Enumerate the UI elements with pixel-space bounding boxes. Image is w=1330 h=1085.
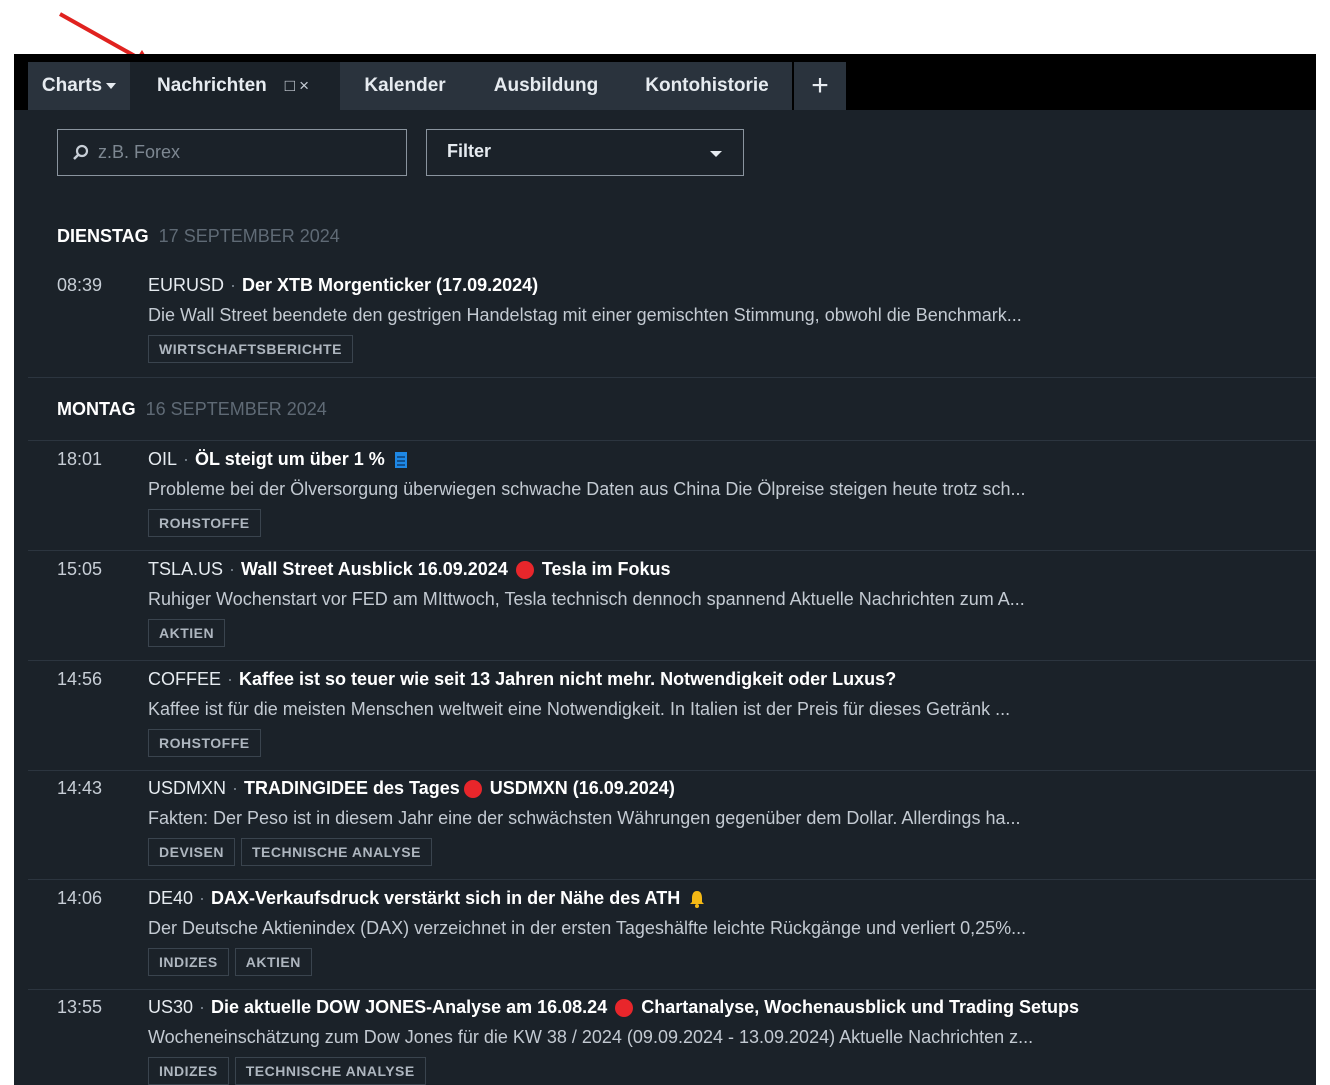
news-title[interactable]: Kaffee ist so teuer wie seit 13 Jahren n…: [239, 669, 896, 690]
red-circle-icon: [515, 560, 534, 579]
chevron-down-icon: [710, 151, 722, 157]
divider: [28, 550, 1316, 551]
bell-icon: [690, 890, 705, 908]
news-description: Ruhiger Wochenstart vor FED am MIttwoch,…: [148, 589, 1025, 609]
divider: [28, 879, 1316, 880]
document-icon: [394, 451, 407, 468]
tab-window-controls[interactable]: □×: [285, 76, 313, 96]
news-title-secondary[interactable]: USDMXN (16.09.2024): [490, 778, 675, 799]
news-time: 14:56: [57, 669, 103, 689]
news-tag[interactable]: ROHSTOFFE: [148, 509, 261, 537]
tab-bar: Charts Nachrichten □× Kalender Ausbildun…: [14, 54, 1316, 110]
chevron-down-icon: [106, 83, 117, 89]
news-title[interactable]: Der XTB Morgenticker (17.09.2024): [242, 275, 538, 296]
search-input[interactable]: z.B. Forex: [57, 129, 407, 176]
tab-nachrichten[interactable]: Nachrichten □×: [130, 62, 340, 110]
filter-dropdown[interactable]: Filter: [426, 129, 744, 176]
news-time: 18:01: [57, 449, 103, 469]
divider: [28, 989, 1316, 990]
news-description: Der Deutsche Aktienindex (DAX) verzeichn…: [148, 918, 1027, 938]
news-symbol[interactable]: USDMXN: [148, 778, 226, 799]
tab-kontohistorie-label: Kontohistorie: [645, 75, 769, 96]
day-header: MONTAG 16 SEPTEMBER 2024: [57, 399, 327, 420]
news-time: 13:55: [57, 997, 103, 1017]
news-tag[interactable]: AKTIEN: [234, 948, 312, 976]
day-weekday: MONTAG: [57, 399, 136, 419]
news-time: 14:43: [57, 778, 103, 798]
news-symbol[interactable]: US30: [148, 997, 193, 1018]
news-tag[interactable]: TECHNISCHE ANALYSE: [234, 1057, 426, 1085]
news-symbol[interactable]: DE40: [148, 888, 193, 909]
news-tag[interactable]: ROHSTOFFE: [148, 729, 261, 757]
news-description: Kaffee ist für die meisten Menschen welt…: [148, 699, 1011, 719]
red-circle-icon: [615, 998, 634, 1017]
tab-ausbildung-label: Ausbildung: [493, 75, 599, 96]
plus-icon: +: [811, 69, 829, 102]
divider: [28, 660, 1316, 661]
news-description: Wocheneinschätzung zum Dow Jones für die…: [148, 1027, 1034, 1047]
day-date: 17 SEPTEMBER 2024: [158, 226, 340, 246]
divider: [28, 377, 1316, 378]
news-title[interactable]: TRADINGIDEE des Tages: [244, 778, 460, 799]
divider: [28, 440, 1316, 441]
news-description: Die Wall Street beendete den gestrigen H…: [148, 305, 1022, 325]
news-tag[interactable]: TECHNISCHE ANALYSE: [240, 838, 432, 866]
news-tag[interactable]: WIRTSCHAFTSBERICHTE: [148, 335, 353, 363]
divider: [28, 770, 1316, 771]
day-weekday: DIENSTAG: [57, 226, 149, 246]
search-placeholder: z.B. Forex: [98, 142, 181, 162]
news-tag[interactable]: AKTIEN: [148, 619, 226, 647]
add-tab-button[interactable]: +: [794, 62, 846, 110]
news-description: Probleme bei der Ölversorgung überwiegen…: [148, 479, 1026, 499]
tab-charts[interactable]: Charts: [28, 62, 130, 110]
news-symbol[interactable]: TSLA.US: [148, 559, 223, 580]
news-tag[interactable]: DEVISEN: [148, 838, 235, 866]
news-time: 14:06: [57, 888, 103, 908]
news-title[interactable]: ÖL steigt um über 1 %: [195, 449, 385, 470]
tab-charts-label: Charts: [41, 75, 103, 96]
tab-kalender-label: Kalender: [364, 75, 446, 96]
tab-ausbildung[interactable]: Ausbildung: [470, 62, 622, 110]
news-tag[interactable]: INDIZES: [148, 1057, 229, 1085]
tab-nachrichten-label: Nachrichten: [156, 75, 267, 96]
news-time: 08:39: [57, 275, 103, 295]
news-panel: Charts Nachrichten □× Kalender Ausbildun…: [14, 54, 1316, 1085]
tab-kalender[interactable]: Kalender: [340, 62, 470, 110]
news-title[interactable]: DAX-Verkaufsdruck verstärkt sich in der …: [211, 888, 680, 909]
news-title[interactable]: Wall Street Ausblick 16.09.2024: [241, 559, 508, 580]
news-title-secondary[interactable]: Tesla im Fokus: [542, 559, 671, 580]
news-symbol[interactable]: OIL: [148, 449, 177, 470]
tab-kontohistorie[interactable]: Kontohistorie: [622, 62, 792, 110]
red-circle-icon: [463, 779, 482, 798]
news-symbol[interactable]: COFFEE: [148, 669, 221, 690]
search-icon: [73, 144, 89, 160]
news-description: Fakten: Der Peso ist in diesem Jahr eine…: [148, 808, 1021, 828]
day-date: 16 SEPTEMBER 2024: [145, 399, 327, 419]
filter-label: Filter: [447, 141, 492, 161]
day-header: DIENSTAG 17 SEPTEMBER 2024: [57, 226, 340, 247]
news-title-secondary[interactable]: Chartanalyse, Wochenausblick und Trading…: [641, 997, 1079, 1018]
news-title[interactable]: Die aktuelle DOW JONES-Analyse am 16.08.…: [211, 997, 607, 1018]
news-symbol[interactable]: EURUSD: [148, 275, 224, 296]
news-tag[interactable]: INDIZES: [148, 948, 229, 976]
news-time: 15:05: [57, 559, 103, 579]
